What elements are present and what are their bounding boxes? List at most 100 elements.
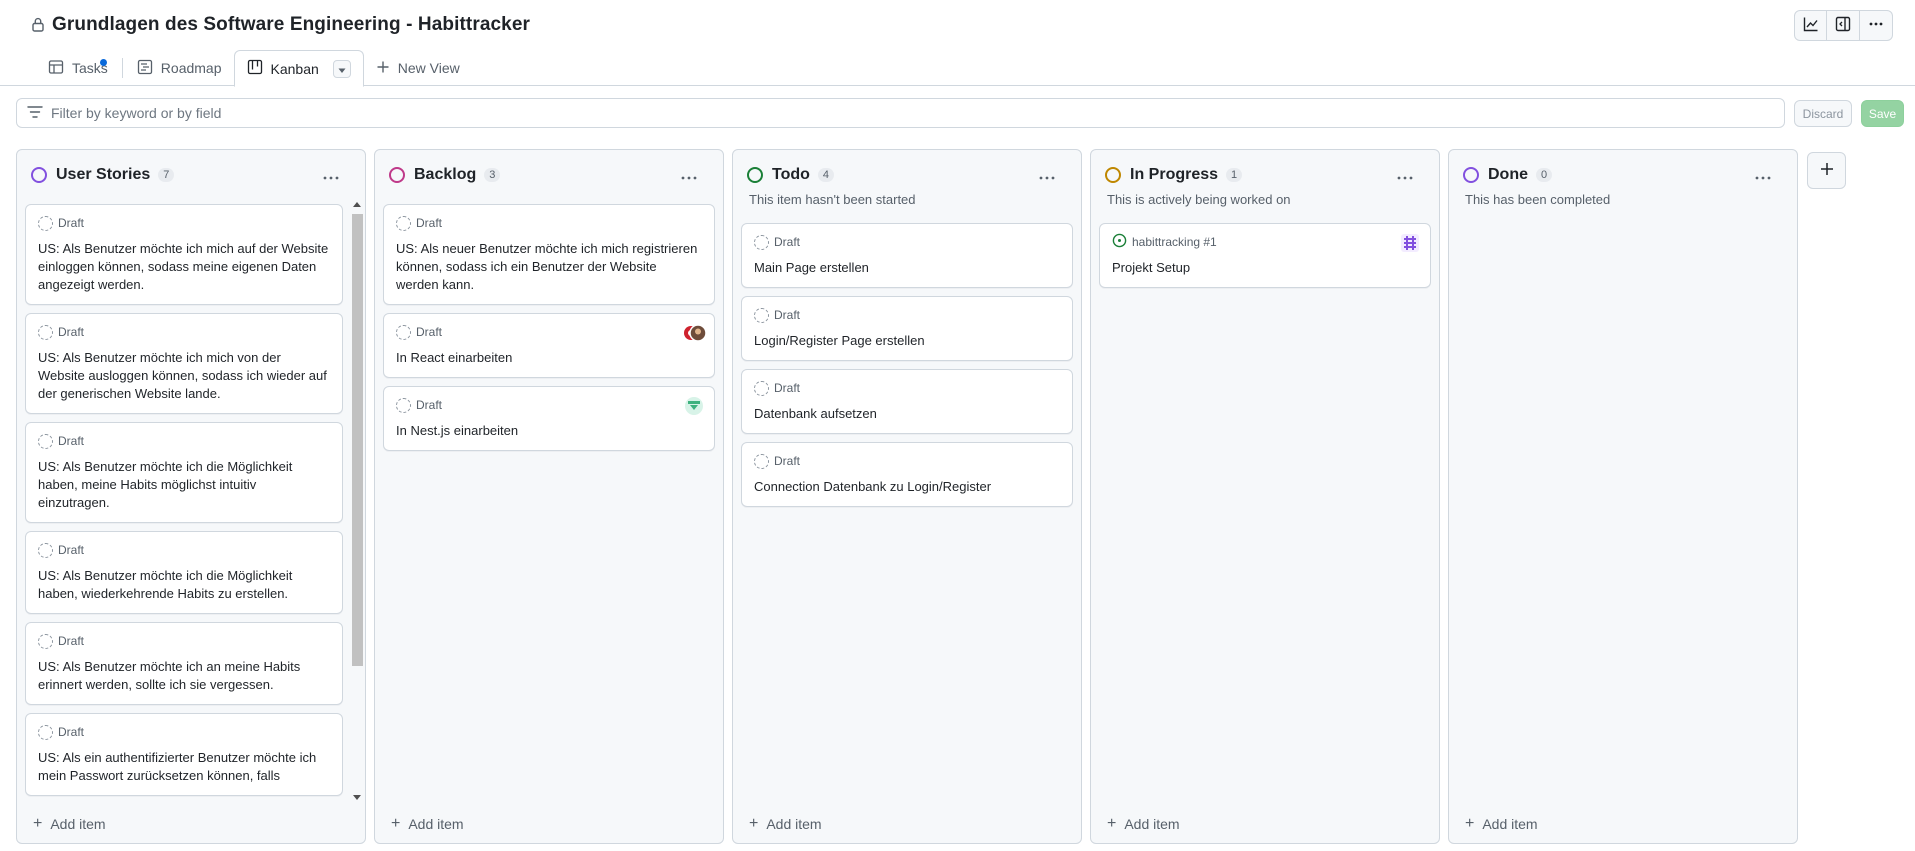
draft-icon (754, 380, 769, 396)
card-meta: Draft (38, 215, 330, 231)
draft-icon (754, 307, 769, 323)
card-title[interactable]: Projekt Setup (1112, 259, 1418, 277)
add-item-button[interactable]: + Add item (1107, 815, 1180, 833)
draft-icon (396, 215, 411, 231)
board-icon (247, 59, 263, 78)
item-card[interactable]: Draft In Nest.js einarbeiten (383, 386, 715, 451)
card-status: Draft (58, 634, 85, 648)
item-card[interactable]: Draft US: Als ein authentifizierter Benu… (25, 713, 343, 796)
scrollbar-thumb[interactable] (352, 214, 363, 666)
card-title[interactable]: Connection Datenbank zu Login/Register (754, 478, 1060, 496)
card-title[interactable]: US: Als Benutzer möchte ich die Möglichk… (38, 567, 330, 603)
draft-icon (38, 542, 53, 558)
item-card[interactable]: Draft US: Als Benutzer möchte ich die Mö… (25, 422, 343, 523)
column-header: In Progress 1 (1105, 164, 1427, 186)
header-actions (1794, 10, 1893, 41)
column-menu-button[interactable] (319, 170, 343, 186)
column-todo: Todo 4 This item hasn't been started Dra… (732, 149, 1082, 844)
add-item-button[interactable]: + Add item (1465, 815, 1538, 833)
filter-bar[interactable] (16, 98, 1785, 128)
tab-roadmap[interactable]: Roadmap (125, 50, 234, 86)
column-menu-button[interactable] (1751, 170, 1775, 186)
card-title[interactable]: US: Als Benutzer möchte ich die Möglichk… (38, 458, 330, 512)
item-card[interactable]: Draft US: Als neuer Benutzer möchte ich … (383, 204, 715, 305)
item-card[interactable]: Draft US: Als Benutzer möchte ich mich v… (25, 313, 343, 414)
status-circle-icon (31, 167, 47, 183)
plus-icon: + (33, 815, 43, 832)
add-item-button[interactable]: + Add item (33, 815, 106, 833)
item-card[interactable]: Draft Main Page erstellen (741, 223, 1073, 288)
column-menu-button[interactable] (677, 170, 701, 186)
insights-icon (1803, 16, 1819, 35)
draft-icon (396, 397, 411, 413)
tab-kanban[interactable]: Kanban (233, 50, 364, 87)
add-column-button[interactable] (1807, 152, 1846, 189)
filter-input[interactable] (51, 105, 1651, 121)
plus-icon: + (1107, 815, 1117, 832)
tab-tasks[interactable]: Tasks (36, 50, 120, 86)
column-title: User Stories (56, 166, 151, 183)
column-title: Todo (772, 166, 810, 183)
column-header: Backlog 3 (389, 164, 711, 186)
scroll-up-arrow-icon[interactable] (353, 202, 361, 207)
card-title[interactable]: Datenbank aufsetzen (754, 405, 1060, 423)
card-title[interactable]: Login/Register Page erstellen (754, 332, 1060, 350)
card-list: habittracking #1 Projekt Setup (1099, 223, 1431, 296)
tab-label: New View (397, 60, 460, 76)
column-menu-button[interactable] (1035, 170, 1059, 186)
column-count-badge: 4 (817, 168, 835, 182)
column-done: Done 0 This has been completed + Add ite… (1448, 149, 1798, 844)
scroll-down-arrow-icon[interactable] (353, 795, 361, 800)
card-title[interactable]: US: Als Benutzer möchte ich mich auf der… (38, 240, 330, 294)
view-options-dropdown[interactable] (332, 59, 351, 78)
column-user-stories: User Stories 7 Draft US: Als Benutzer mö… (16, 149, 366, 844)
plus-icon: + (1465, 815, 1475, 832)
tab-new-view[interactable]: New View (364, 50, 472, 86)
card-status: Draft (58, 434, 85, 448)
card-status: Draft (774, 454, 801, 468)
card-title[interactable]: US: Als neuer Benutzer möchte ich mich r… (396, 240, 702, 294)
more-options-button[interactable] (1860, 10, 1893, 41)
side-panel-button[interactable] (1827, 10, 1860, 41)
insights-button[interactable] (1794, 10, 1827, 41)
item-card[interactable]: Draft In React einarbeiten (383, 313, 715, 378)
item-card[interactable]: habittracking #1 Projekt Setup (1099, 223, 1431, 288)
assignee-avatar[interactable] (1400, 233, 1420, 253)
issue-reference[interactable]: habittracking #1 (1132, 235, 1217, 249)
card-title[interactable]: In Nest.js einarbeiten (396, 422, 702, 440)
card-title[interactable]: US: Als Benutzer möchte ich mich von der… (38, 349, 330, 403)
card-title[interactable]: Main Page erstellen (754, 259, 1060, 277)
status-circle-icon (1463, 167, 1479, 183)
item-card[interactable]: Draft Connection Datenbank zu Login/Regi… (741, 442, 1073, 507)
item-card[interactable]: Draft Datenbank aufsetzen (741, 369, 1073, 434)
card-title[interactable]: US: Als Benutzer möchte ich an meine Hab… (38, 658, 330, 694)
card-status: Draft (774, 381, 801, 395)
item-card[interactable]: Draft US: Als Benutzer möchte ich die Mö… (25, 531, 343, 614)
discard-button[interactable]: Discard (1794, 100, 1852, 127)
assignee-avatar[interactable] (684, 396, 704, 416)
plus-icon: + (391, 815, 401, 832)
issue-opened-icon (1112, 233, 1127, 251)
view-tabs: Tasks Roadmap Kanban New View (36, 49, 472, 87)
column-scrollbar[interactable] (351, 200, 363, 802)
assignee-avatars[interactable] (684, 323, 707, 343)
save-button[interactable]: Save (1861, 100, 1904, 127)
column-menu-button[interactable] (1393, 170, 1417, 186)
add-item-button[interactable]: + Add item (749, 815, 822, 833)
roadmap-icon (137, 59, 153, 78)
draft-icon (396, 324, 411, 340)
card-meta: Draft (396, 324, 702, 340)
add-item-button[interactable]: + Add item (391, 815, 464, 833)
project-header: Grundlagen des Software Engineering - Ha… (0, 0, 1915, 87)
item-card[interactable]: Draft US: Als Benutzer möchte ich an mei… (25, 622, 343, 705)
card-title[interactable]: In React einarbeiten (396, 349, 702, 367)
card-title[interactable]: US: Als ein authentifizierter Benutzer m… (38, 749, 330, 785)
column-backlog: Backlog 3 Draft US: Als neuer Benutzer m… (374, 149, 724, 844)
item-card[interactable]: Draft Login/Register Page erstellen (741, 296, 1073, 361)
kebab-horizontal-icon (1868, 16, 1884, 35)
item-card[interactable]: Draft US: Als Benutzer möchte ich mich a… (25, 204, 343, 305)
card-meta: Draft (754, 234, 1060, 250)
plus-icon: + (749, 815, 759, 832)
column-count-badge: 7 (158, 168, 175, 182)
column-description: This is actively being worked on (1107, 192, 1291, 207)
